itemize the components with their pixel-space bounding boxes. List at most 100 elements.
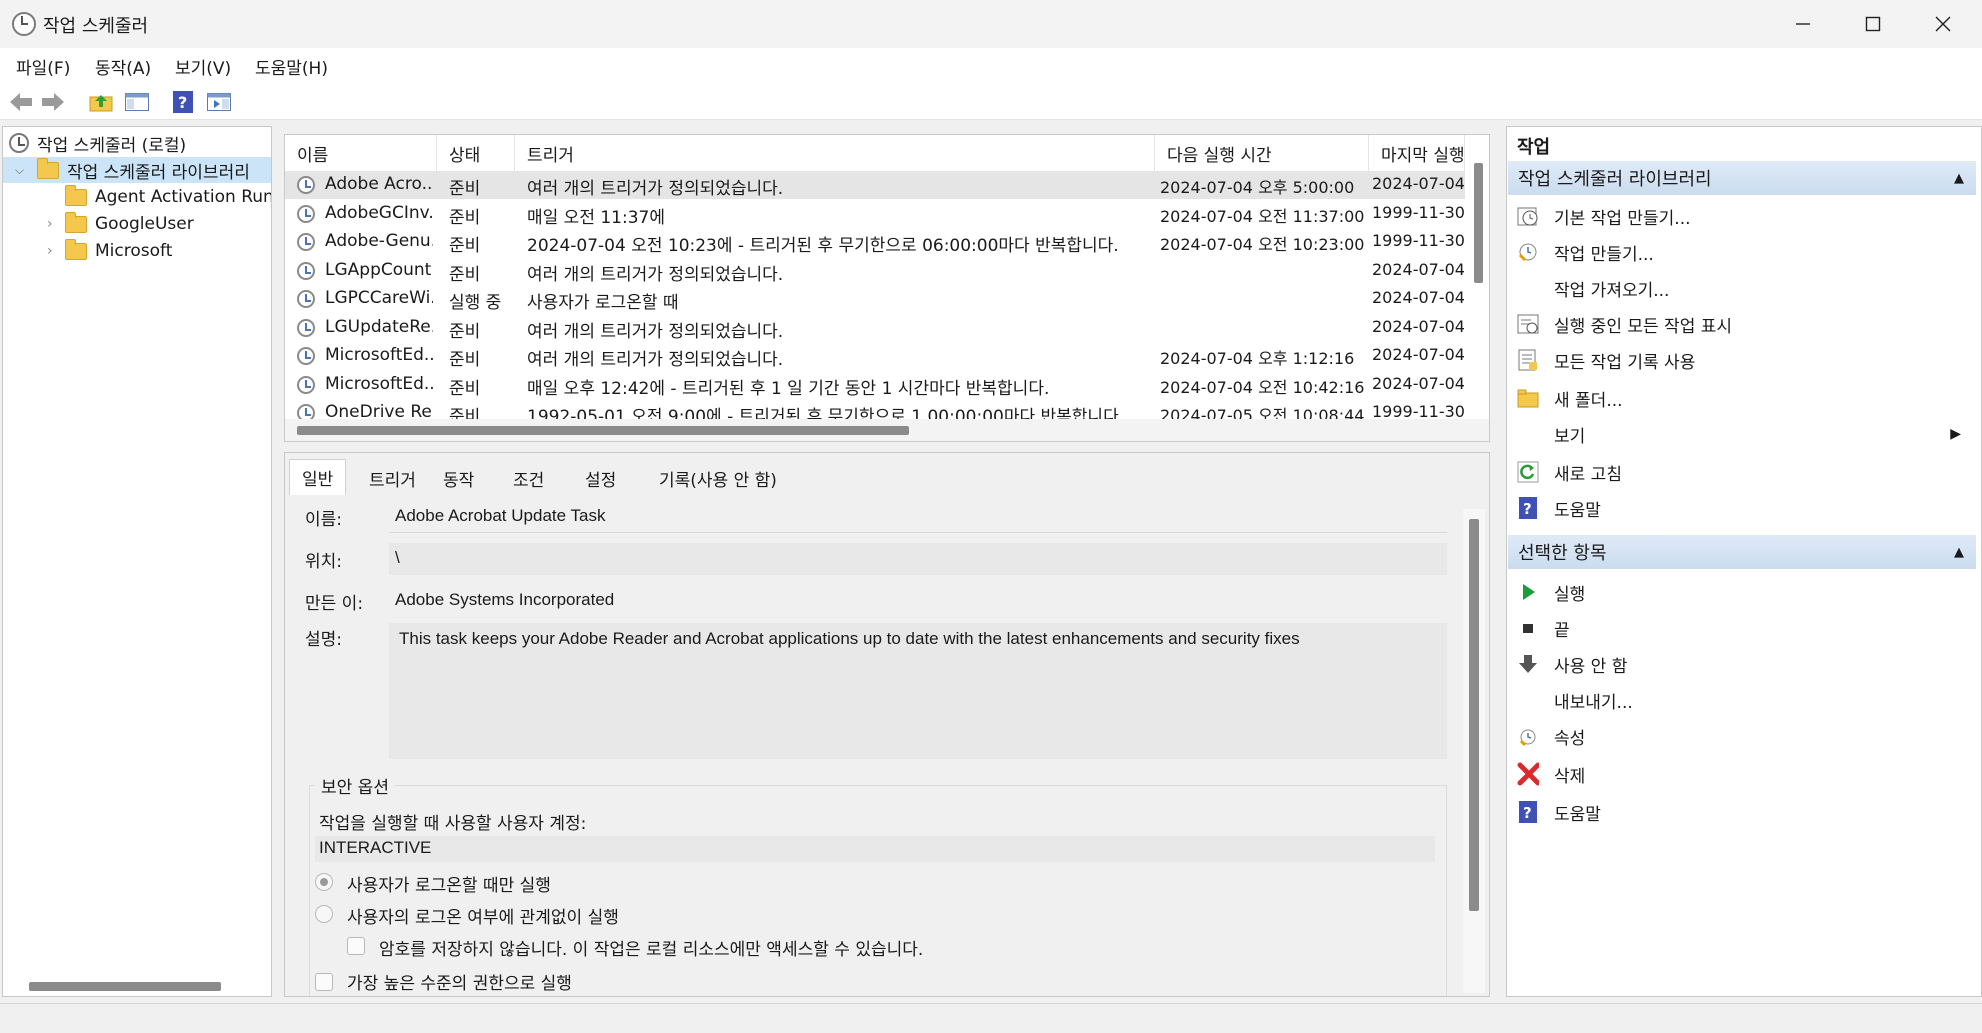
list-vscrollbar[interactable] <box>1467 135 1489 419</box>
close-icon <box>1935 16 1951 32</box>
column-header-last-run[interactable]: 마지막 실행 <box>1369 135 1465 171</box>
forward-button[interactable] <box>38 87 68 117</box>
chevron-right-icon[interactable]: › <box>47 216 65 232</box>
action-properties[interactable]: 속성 <box>1507 719 1975 753</box>
menu-view[interactable]: 보기(V) <box>175 54 231 79</box>
run-any-logon-radio[interactable] <box>315 905 333 923</box>
tree-hscrollbar[interactable] <box>3 977 271 995</box>
scrollbar-thumb[interactable] <box>1474 163 1483 283</box>
action-pane-icon <box>207 93 231 111</box>
menu-file[interactable]: 파일(F) <box>16 54 70 79</box>
collapse-up-icon[interactable]: ▲ <box>1954 171 1964 186</box>
action-label: 새 폴더... <box>1554 390 1623 411</box>
minimize-button[interactable] <box>1768 0 1838 48</box>
tab-triggers[interactable]: 트리거 <box>369 463 416 493</box>
folder-up-icon <box>89 95 113 112</box>
tree-item-agent-activation[interactable]: Agent Activation Runtime <box>65 184 272 210</box>
stop-icon <box>1517 617 1539 639</box>
tab-conditions[interactable]: 조건 <box>513 463 544 493</box>
cell-last-run: 2024-07-04 <box>1372 174 1464 193</box>
cell-status: 준비 <box>449 321 481 342</box>
selected-item-section-header[interactable]: 선택한 항목 ▲ <box>1508 535 1976 569</box>
table-row[interactable]: MicrosoftEd... 준비 여러 개의 트리거가 정의되었습니다. 2024-… <box>285 342 1465 370</box>
tab-settings[interactable]: 설정 <box>585 463 616 493</box>
cell-trigger: 여러 개의 트리거가 정의되었습니다. <box>527 179 784 199</box>
action-import-task[interactable]: 작업 가져오기... <box>1507 271 1975 305</box>
table-row[interactable]: MicrosoftEd... 준비 매일 오후 12:42에 - 트리거된 후 1 … <box>285 371 1465 399</box>
up-folder-button[interactable] <box>86 87 116 117</box>
cell-status: 준비 <box>449 264 481 285</box>
cell-next-run: 2024-07-04 오전 11:37:00 <box>1160 206 1365 226</box>
column-header-name[interactable]: 이름 <box>285 135 437 171</box>
scrollbar-thumb[interactable] <box>1469 519 1479 911</box>
name-label: 이름: <box>305 510 343 530</box>
tree-root[interactable]: 작업 스케줄러 (로컬) <box>9 130 186 156</box>
action-enable-all-history[interactable]: 모든 작업 기록 사용 <box>1507 343 1975 377</box>
cell-name: LGAppCount <box>325 259 432 280</box>
collapse-up-icon[interactable]: ▲ <box>1954 545 1964 560</box>
run-logged-on-radio[interactable] <box>315 873 333 891</box>
chevron-right-icon[interactable]: › <box>47 243 65 259</box>
cell-trigger: 여러 개의 트리거가 정의되었습니다. <box>527 264 784 285</box>
action-label: 내보내기... <box>1554 692 1633 713</box>
svg-text:?: ? <box>1523 500 1532 518</box>
table-row[interactable]: Adobe-Genu... 준비 2024-07-04 오전 10:23에 - 트리… <box>285 228 1465 256</box>
show-hide-console-tree-button[interactable] <box>122 87 152 117</box>
column-header-status[interactable]: 상태 <box>437 135 515 171</box>
scrollbar-thumb[interactable] <box>29 982 221 991</box>
menu-help[interactable]: 도움말(H) <box>255 54 328 79</box>
action-label: 기본 작업 만들기... <box>1554 208 1691 229</box>
task-author-field[interactable]: Adobe Systems Incorporated <box>389 585 1447 617</box>
tree-item-library[interactable]: ⌵ 작업 스케줄러 라이브러리 <box>3 157 271 183</box>
task-name-field[interactable]: Adobe Acrobat Update Task <box>389 501 1447 533</box>
task-description-field[interactable]: This task keeps your Adobe Reader and Ac… <box>389 623 1447 759</box>
tree-item-label: Agent Activation Runtime <box>95 187 272 207</box>
column-header-trigger[interactable]: 트리거 <box>515 135 1155 171</box>
action-end[interactable]: 끝 <box>1507 611 1975 645</box>
action-disable[interactable]: 사용 안 함 <box>1507 647 1975 681</box>
column-header-next-run[interactable]: 다음 실행 시간 <box>1155 135 1369 171</box>
table-row[interactable]: LGPCCareWi... 실행 중 사용자가 로그온할 때 2024-07-04 <box>285 285 1465 313</box>
action-refresh[interactable]: 새로 고침 <box>1507 455 1975 489</box>
tab-history[interactable]: 기록(사용 안 함) <box>659 463 777 493</box>
tab-general[interactable]: 일반 <box>289 459 347 495</box>
tab-actions[interactable]: 동작 <box>443 463 474 493</box>
action-create-task[interactable]: 작업 만들기... <box>1507 235 1975 269</box>
table-row[interactable]: LGUpdateRe... 준비 여러 개의 트리거가 정의되었습니다. 2024-0… <box>285 314 1465 342</box>
scrollbar-thumb[interactable] <box>297 426 909 435</box>
chevron-down-icon[interactable]: ⌵ <box>15 163 24 178</box>
action-export[interactable]: 내보내기... <box>1507 683 1975 717</box>
table-row[interactable]: Adobe Acro... 준비 여러 개의 트리거가 정의되었습니다. 2024-0… <box>285 171 1465 199</box>
action-view[interactable]: 보기 ▶ <box>1507 417 1975 451</box>
tree-item-googleuser[interactable]: › GoogleUser <box>47 211 194 237</box>
action-help-selected[interactable]: ? 도움말 <box>1507 795 1975 829</box>
svg-text:?: ? <box>178 93 187 112</box>
cell-next-run: 2024-07-04 오전 10:42:16 <box>1160 377 1365 397</box>
cell-next-run: 2024-07-04 오후 1:12:16 <box>1160 349 1355 368</box>
action-display-running-tasks[interactable]: 실행 중인 모든 작업 표시 <box>1507 307 1975 341</box>
delete-x-icon <box>1517 762 1539 786</box>
close-button[interactable] <box>1908 0 1978 48</box>
run-any-logon-label: 사용자의 로그온 여부에 관계없이 실행 <box>347 908 619 928</box>
show-hide-action-pane-button[interactable] <box>204 87 234 117</box>
action-delete[interactable]: 삭제 <box>1507 757 1975 791</box>
refresh-icon <box>1517 461 1539 483</box>
list-hscrollbar[interactable] <box>285 419 1489 441</box>
help-toolbar-button[interactable]: ? <box>168 87 198 117</box>
tree-item-microsoft[interactable]: › Microsoft <box>47 238 172 264</box>
action-help[interactable]: ? 도움말 <box>1507 491 1975 525</box>
detail-vscrollbar[interactable] <box>1463 509 1485 993</box>
maximize-button[interactable] <box>1838 0 1908 48</box>
task-location-field[interactable]: \ <box>389 543 1447 575</box>
table-row[interactable]: AdobeGCInv... 준비 매일 오전 11:37에 2024-07-04 오전… <box>285 200 1465 228</box>
menu-action[interactable]: 동작(A) <box>95 54 151 79</box>
back-button[interactable] <box>6 87 36 117</box>
action-new-folder[interactable]: 새 폴더... <box>1507 381 1975 415</box>
action-label: 작업 가져오기... <box>1554 280 1670 301</box>
action-run[interactable]: 실행 <box>1507 575 1975 609</box>
library-section-header[interactable]: 작업 스케줄러 라이브러리 ▲ <box>1508 161 1976 195</box>
action-create-basic-task[interactable]: 기본 작업 만들기... <box>1507 199 1975 233</box>
highest-privileges-checkbox[interactable] <box>315 973 333 991</box>
table-row[interactable]: LGAppCount 준비 여러 개의 트리거가 정의되었습니다. 2024-07-0… <box>285 257 1465 285</box>
no-password-checkbox[interactable] <box>347 937 365 955</box>
